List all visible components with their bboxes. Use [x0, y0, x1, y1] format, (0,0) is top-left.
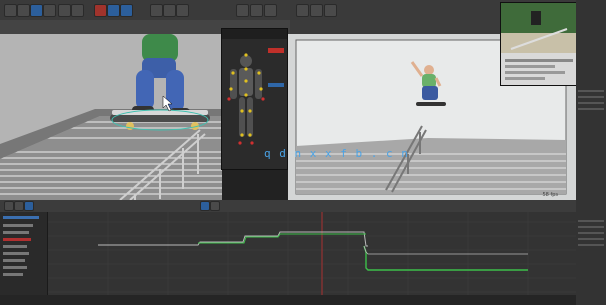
menu-button[interactable]: [324, 4, 337, 17]
right-viewport-menu[interactable]: [290, 20, 500, 34]
reference-video-thumbnail[interactable]: [500, 2, 578, 86]
menu-button[interactable]: [296, 4, 309, 17]
list-item[interactable]: [3, 245, 27, 248]
play-icon[interactable]: [4, 201, 14, 211]
menu-button[interactable]: [264, 4, 277, 17]
fps-label: 58 fps: [543, 192, 559, 198]
list-item[interactable]: [3, 252, 29, 255]
camera-icon[interactable]: [120, 4, 133, 17]
list-item[interactable]: [3, 259, 25, 262]
character-body-map[interactable]: [226, 51, 266, 163]
snap-icon[interactable]: [58, 4, 71, 17]
left-3d-viewport[interactable]: [0, 34, 222, 200]
key-icon[interactable]: [163, 4, 176, 17]
character-red-button[interactable]: [268, 48, 284, 53]
list-item[interactable]: [3, 216, 39, 219]
curve-graph: [48, 212, 576, 295]
watermark-text: q d n x x f b . c n: [264, 147, 409, 160]
play-icon[interactable]: [150, 4, 163, 17]
graph-icon[interactable]: [200, 201, 210, 211]
panel-title-bar[interactable]: [222, 29, 287, 39]
reference-video-frame: [501, 3, 577, 85]
curve-green-2[interactable]: [363, 245, 528, 271]
menu-button[interactable]: [250, 4, 263, 17]
time-slider[interactable]: [0, 295, 576, 305]
attribute-row[interactable]: [578, 90, 604, 92]
curve-channel-list[interactable]: [0, 212, 48, 305]
select-icon[interactable]: [4, 4, 17, 17]
attribute-side-panel[interactable]: [576, 0, 606, 305]
camera-icon[interactable]: [107, 4, 120, 17]
attribute-row[interactable]: [578, 232, 604, 234]
attribute-row[interactable]: [578, 238, 604, 240]
character-rig[interactable]: [110, 34, 210, 131]
attribute-row[interactable]: [578, 220, 604, 222]
render-icon[interactable]: [94, 4, 107, 17]
snap-icon[interactable]: [71, 4, 84, 17]
attribute-row[interactable]: [578, 244, 604, 246]
menu-button[interactable]: [236, 4, 249, 17]
curve-graph-area[interactable]: [48, 212, 576, 295]
list-item[interactable]: [3, 273, 23, 276]
scale-icon[interactable]: [43, 4, 56, 17]
list-item[interactable]: [3, 266, 27, 269]
list-item[interactable]: [3, 231, 29, 234]
character-blue-button[interactable]: [268, 83, 284, 87]
rotate-icon[interactable]: [30, 4, 43, 17]
attribute-row[interactable]: [578, 96, 604, 98]
key-icon[interactable]: [14, 201, 24, 211]
key-icon[interactable]: [210, 201, 220, 211]
attribute-row[interactable]: [578, 226, 604, 228]
graph-icon[interactable]: [176, 4, 189, 17]
attribute-row[interactable]: [578, 102, 604, 104]
staircase: [0, 109, 222, 200]
list-item[interactable]: [3, 238, 31, 241]
graph-icon[interactable]: [24, 201, 34, 211]
left-viewport-scene: [0, 34, 222, 200]
list-item[interactable]: [3, 224, 33, 227]
attribute-row[interactable]: [578, 108, 604, 110]
move-icon[interactable]: [17, 4, 30, 17]
menu-button[interactable]: [310, 4, 323, 17]
